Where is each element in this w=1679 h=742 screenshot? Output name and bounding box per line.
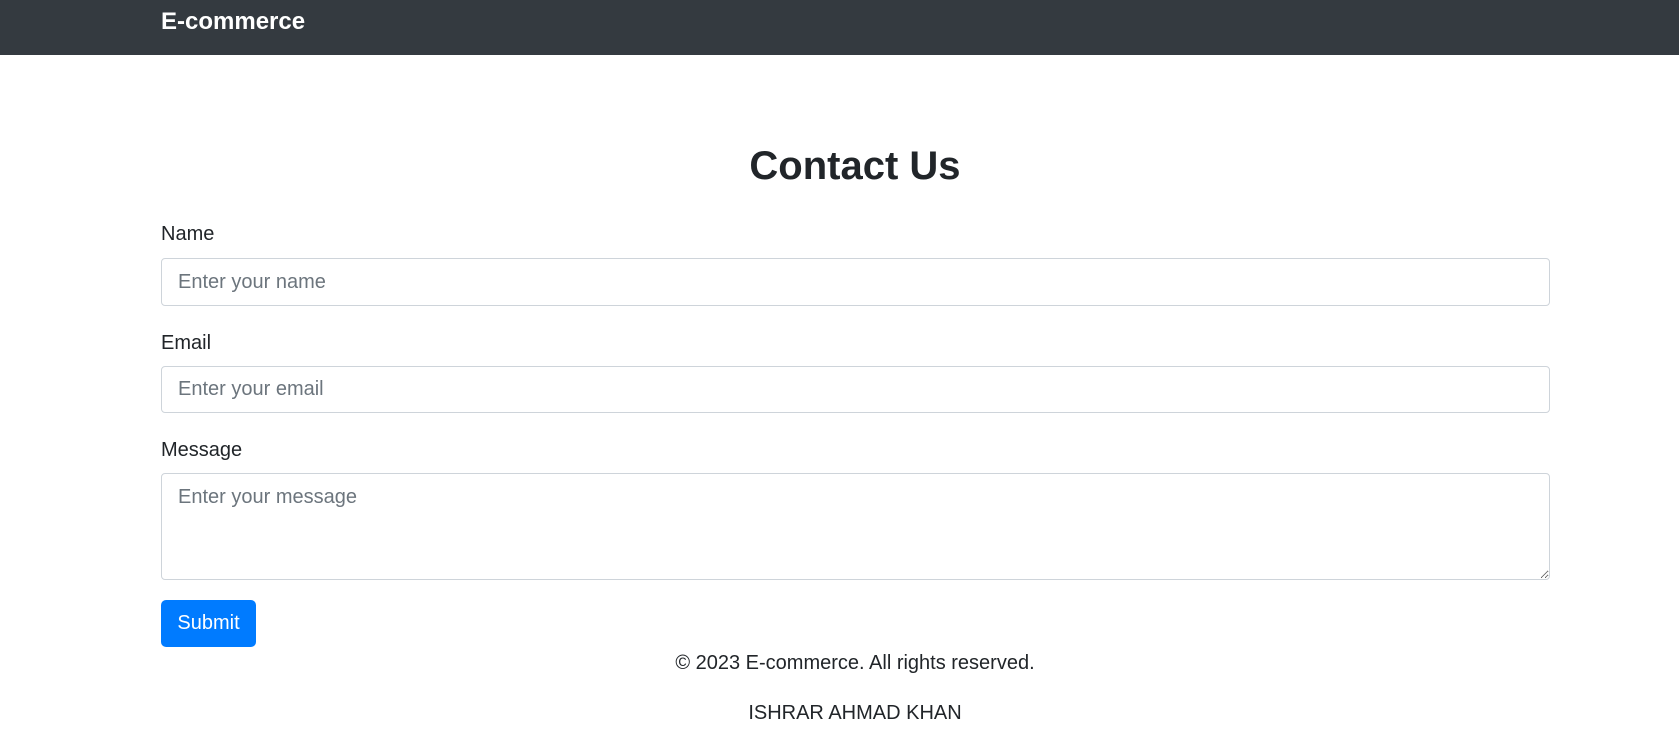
name-label: Name [161, 223, 215, 245]
page-title: Contact Us [749, 144, 961, 188]
name-input[interactable] [161, 258, 1550, 306]
email-label: Email [161, 332, 212, 354]
email-input[interactable] [161, 366, 1550, 413]
submit-button[interactable]: Submit [161, 600, 256, 647]
author-name: ISHRAR AHMAD KHAN [748, 702, 962, 724]
message-label: Message [161, 439, 243, 461]
message-textarea[interactable] [161, 473, 1550, 580]
navbar: E-commerce [0, 0, 1679, 55]
copyright-text: © 2023 E-commerce. All rights reserved. [675, 652, 1035, 674]
brand-link[interactable]: E-commerce [161, 6, 305, 38]
